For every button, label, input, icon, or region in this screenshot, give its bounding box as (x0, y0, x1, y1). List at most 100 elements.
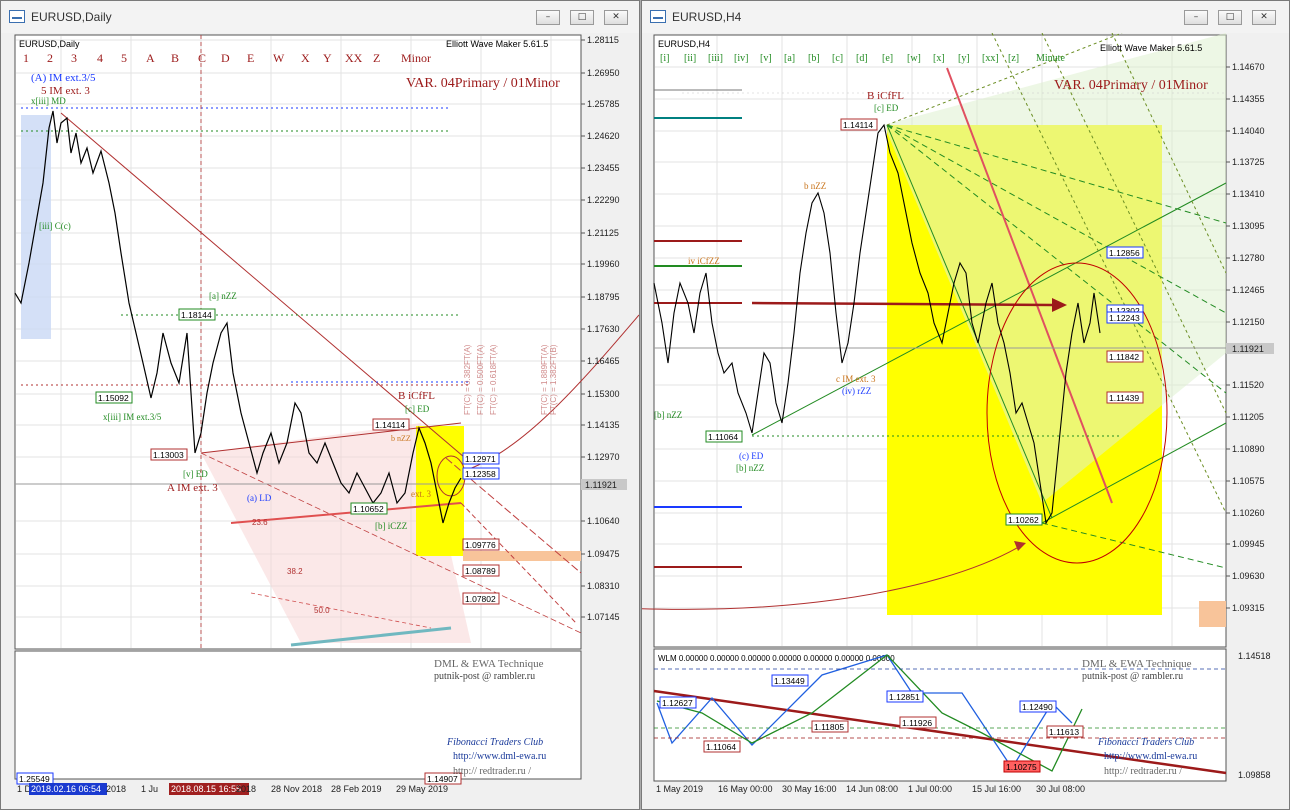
minimize-button[interactable]: – (536, 10, 560, 25)
price-axis-label: 1.21125 (587, 228, 619, 238)
window-title: EURUSD,Daily (31, 10, 112, 24)
wave-degree-minute[interactable]: Minute (1036, 53, 1065, 64)
indicator-name: Elliott Wave Maker 5.61.5 (1100, 43, 1202, 53)
wave-degree-c[interactable]: C (198, 51, 206, 65)
ft-label: FT(C) = 1.382FT(B) (549, 344, 558, 415)
maximize-button[interactable]: □ (570, 10, 594, 25)
price-box: 1.14114 (375, 420, 405, 430)
close-button[interactable]: ✕ (604, 10, 628, 25)
time-axis-label: 1 Ju (141, 784, 158, 794)
wlm-price-box: 1.11926 (902, 718, 932, 728)
wave-label: x[iii] IM ext.3/5 (103, 412, 162, 422)
ft-label: FT(C) = 0.618FT(A) (489, 344, 498, 415)
wave-label: c IM ext. 3 (836, 374, 876, 384)
wave-degree-v[interactable]: [v] (760, 53, 772, 64)
wave-label: [b] iCZZ (375, 521, 407, 531)
price-axis-label: 1.12150 (1232, 317, 1265, 327)
wave-degree-b[interactable]: B (171, 51, 179, 65)
price-box: 1.11064 (708, 432, 738, 442)
wave-label: B iCfFL (867, 90, 904, 102)
wave-degree-y[interactable]: Y (323, 51, 332, 65)
wave-degree-c[interactable]: [c] (832, 53, 843, 64)
wave-label: (iv) rZZ (842, 386, 871, 396)
technique-label: DML & EWA Technique (434, 658, 544, 670)
wave-degree-i[interactable]: [i] (660, 53, 669, 64)
wave-degree-minor[interactable]: Minor (401, 51, 431, 65)
wave-degree-x[interactable]: [x] (933, 53, 945, 64)
price-box: 1.12856 (1109, 248, 1140, 258)
price-axis-label: 1.07145 (587, 612, 620, 622)
price-axis-label: 1.23455 (587, 163, 620, 173)
url-label[interactable]: http://www.dml-ewa.ru (453, 751, 546, 762)
url-label[interactable]: http:// redtrader.ru / (453, 766, 531, 777)
price-axis-label: 1.14040 (1232, 126, 1265, 136)
price-axis-label: 1.08310 (587, 581, 620, 591)
url-label[interactable]: http://www.dml-ewa.ru (1104, 751, 1197, 762)
wave-label: [b] nZZ (736, 463, 764, 473)
wave-degree-b[interactable]: [b] (808, 53, 820, 64)
wlm-price-box: 1.11805 (814, 722, 844, 732)
wlm-price-box: 1.12490 (1022, 702, 1053, 712)
wave-degree-e[interactable]: E (247, 51, 254, 65)
wave-degree-2[interactable]: 2 (47, 51, 53, 65)
close-button[interactable]: ✕ (1252, 10, 1276, 25)
maximize-button[interactable]: □ (1218, 10, 1242, 25)
daily-chart-window: EURUSD,Daily – □ ✕ EURUSD,Daily Elliott … (0, 0, 640, 810)
price-axis-label: 1.13725 (1232, 157, 1265, 167)
wave-degree-e[interactable]: [e] (882, 53, 893, 64)
wave-degree-z[interactable]: [z] (1008, 53, 1019, 64)
price-box: 1.08789 (465, 566, 496, 576)
wave-degree-d[interactable]: D (221, 51, 230, 65)
wave-degree-5[interactable]: 5 (121, 51, 127, 65)
variant-label: VAR. 04Primary / 01Minor (406, 76, 560, 91)
price-box: 1.07802 (465, 594, 496, 604)
window-title: EURUSD,H4 (672, 10, 742, 24)
wlm-price-box: 1.11613 (1049, 727, 1079, 737)
price-axis-label: 1.12465 (1232, 285, 1265, 295)
price-box: 1.25549 (19, 774, 50, 784)
wave-degree-iv[interactable]: [iv] (734, 53, 748, 64)
wave-label: b nZZ (804, 181, 826, 191)
indicator-name: Elliott Wave Maker 5.61.5 (446, 39, 548, 49)
wave-degree-xx[interactable]: [xx] (982, 53, 999, 64)
price-axis-label: 1.16465 (587, 356, 620, 366)
wave-degree-1[interactable]: 1 (23, 51, 29, 65)
current-price: 1.11921 (1232, 344, 1264, 354)
price-axis-label: 1.09315 (1232, 603, 1265, 613)
price-axis-label: 1.09630 (1232, 571, 1265, 581)
time-axis-label: 14 Jun 08:00 (846, 784, 898, 794)
minimize-button[interactable]: – (1184, 10, 1208, 25)
price-axis-label: 1.22290 (587, 195, 620, 205)
wlm-price-box: 1.11064 (706, 742, 736, 752)
price-box: 1.12358 (465, 469, 496, 479)
wave-label: x[iii] MD (31, 96, 66, 106)
wave-degree-w[interactable]: [w] (907, 53, 921, 64)
wave-degree-iii[interactable]: [iii] (708, 53, 723, 64)
title-bar[interactable]: EURUSD,H4 – □ ✕ (642, 1, 1289, 34)
url-label[interactable]: http:// redtrader.ru / (1104, 766, 1182, 777)
wave-degree-3[interactable]: 3 (71, 51, 77, 65)
wave-degree-a[interactable]: [a] (784, 53, 795, 64)
wave-degree-xx[interactable]: XX (345, 51, 363, 65)
wave-degree-y[interactable]: [y] (958, 53, 970, 64)
price-axis-label: 1.15300 (587, 389, 620, 399)
wave-label: [iii] C(c) (39, 221, 71, 231)
wave-degree-w[interactable]: W (273, 51, 285, 65)
wave-degree-ii[interactable]: [ii] (684, 53, 696, 64)
wave-label: ext. 3 (411, 489, 431, 499)
h4-chart-window: EURUSD,H4 – □ ✕ EURUSD,H4 Elliott Wave M… (641, 0, 1290, 810)
time-axis-label: 2018.02.16 06:54 (31, 784, 101, 794)
price-axis-label: 1.18795 (587, 292, 620, 302)
wave-degree-z[interactable]: Z (373, 51, 380, 65)
wave-degree-d[interactable]: [d] (856, 53, 868, 64)
wave-degree-x[interactable]: X (301, 51, 310, 65)
wave-degree-4[interactable]: 4 (97, 51, 103, 65)
wave-degree-a[interactable]: A (146, 51, 155, 65)
wave-label: A IM ext. 3 (167, 482, 218, 494)
wave-label: [a] nZZ (209, 291, 237, 301)
title-bar[interactable]: EURUSD,Daily – □ ✕ (1, 1, 639, 34)
h4-chart-area[interactable]: EURUSD,H4 Elliott Wave Maker 5.61.5 VAR.… (642, 33, 1289, 809)
price-axis-label: 1.10260 (1232, 508, 1265, 518)
price-box: 1.12243 (1109, 313, 1140, 323)
daily-chart-area[interactable]: EURUSD,Daily Elliott Wave Maker 5.61.5 V… (1, 33, 639, 809)
